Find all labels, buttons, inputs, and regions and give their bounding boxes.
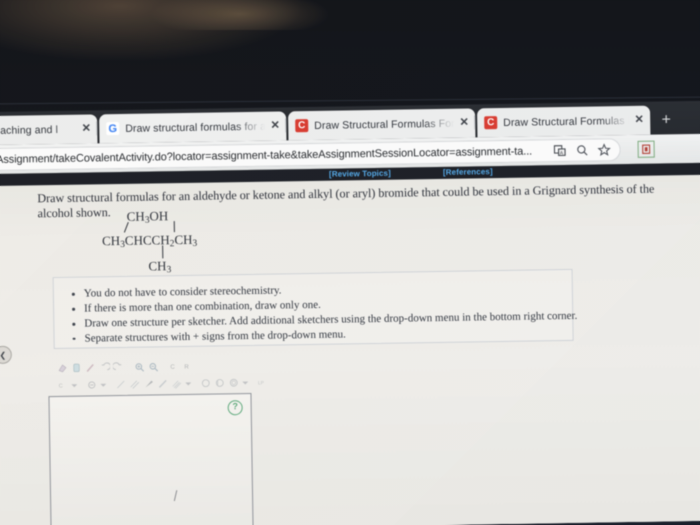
charge-dropdown-caret[interactable] — [99, 378, 106, 391]
undo-icon[interactable] — [98, 361, 111, 374]
redo-icon[interactable] — [112, 361, 125, 374]
svg-text:LP: LP — [258, 380, 264, 386]
tab-separator — [96, 121, 98, 136]
review-topics-link[interactable]: [Review Topics] — [329, 169, 391, 179]
atom-dropdown-caret[interactable] — [70, 379, 77, 392]
eraser-icon[interactable] — [56, 362, 69, 375]
search-icon[interactable] — [574, 142, 591, 159]
new-tab-button[interactable]: + — [656, 110, 676, 130]
translate-icon[interactable]: A — [552, 142, 569, 159]
atom-label-icon[interactable]: C — [56, 379, 69, 392]
close-icon[interactable]: ✕ — [268, 119, 282, 131]
bookmark-star-icon[interactable] — [596, 141, 613, 158]
molecule-sketcher: C R C LP ? — [48, 358, 279, 525]
browser-tab-2[interactable]: G Draw structural formulas for a ✕ — [99, 111, 287, 144]
ring-dropdown-caret[interactable] — [241, 376, 248, 389]
charge-icon[interactable] — [85, 378, 98, 391]
template-icon[interactable]: LP — [256, 376, 269, 389]
extension-icon[interactable] — [637, 140, 655, 158]
hash-bond-icon[interactable] — [156, 377, 169, 390]
structure-middle-row: CH3CHCCH2CH3 — [101, 231, 198, 251]
google-icon: G — [106, 122, 120, 136]
sketcher-toolbar-row-2: C LP — [56, 375, 276, 393]
single-bond-icon[interactable] — [114, 378, 127, 391]
help-icon[interactable]: ? — [227, 400, 243, 416]
browser-tab-3[interactable]: C Draw Structural Formulas For A ✕ — [288, 108, 476, 141]
close-icon[interactable]: ✕ — [79, 122, 93, 134]
instructions-list: You do not have to consider stereochemis… — [54, 270, 578, 347]
double-bond-icon[interactable] — [128, 378, 141, 391]
svg-text:C: C — [59, 383, 63, 389]
bond-dropdown-caret[interactable] — [184, 377, 191, 390]
tab-title: ne teaching and l — [0, 123, 59, 137]
bezel-light-reflection-secondary — [150, 0, 330, 30]
bond-line-to-methyl — [123, 222, 130, 233]
tab-separator — [285, 118, 287, 133]
cyclopentane-ring-icon[interactable] — [213, 376, 226, 389]
browser-tab-4[interactable]: C Draw Structural Formulas For A ✕ — [477, 105, 651, 138]
zoom-out-icon[interactable] — [147, 360, 160, 373]
alcohol-structure-diagram: CH3OH CH3CHCCH2CH3 CH3 — [102, 207, 333, 281]
sketcher-toolbar-row-1: C R — [56, 358, 276, 376]
cengage-icon: C — [484, 116, 498, 130]
heteroatom-icon[interactable]: R — [182, 360, 195, 373]
close-icon[interactable]: ✕ — [632, 114, 646, 126]
wedge-bond-icon[interactable] — [142, 377, 155, 390]
svg-text:C: C — [170, 364, 175, 371]
cengage-icon: C — [295, 119, 309, 133]
svg-text:R: R — [184, 363, 189, 370]
browser-window: ne teaching and l ✕ G Draw structural fo… — [0, 100, 700, 525]
lasso-select-icon[interactable] — [70, 362, 83, 375]
zoom-in-icon[interactable] — [133, 361, 146, 374]
bond-line-to-lower-methyl — [162, 245, 164, 259]
url-text: n/takeAssignment/takeCovalentActivity.do… — [0, 145, 533, 166]
pencil-icon[interactable] — [84, 361, 97, 374]
tab-title: Draw Structural Formulas For A — [314, 117, 455, 132]
bond-line-to-hydroxyl — [173, 221, 176, 233]
tab-separator — [474, 115, 476, 130]
monitor-bezel: ne teaching and l ✕ G Draw structural fo… — [0, 0, 700, 525]
close-icon[interactable]: ✕ — [457, 117, 471, 129]
structure-bottom-row: CH3 — [148, 258, 172, 276]
tab-title: Draw Structural Formulas For A — [503, 114, 629, 129]
carbon-atom-icon[interactable]: C — [168, 360, 181, 373]
structure-top-row: CH3OH — [126, 208, 169, 226]
tab-title: Draw structural formulas for a — [125, 120, 266, 135]
references-link[interactable]: [References] — [443, 167, 493, 177]
canvas-cursor-mark — [173, 490, 178, 502]
web-page-content: [Review Topics] [References] Draw struct… — [0, 162, 700, 525]
cyclohexane-ring-icon[interactable] — [199, 377, 212, 390]
bezel-light-reflection — [0, 0, 300, 60]
triple-bond-icon[interactable] — [170, 377, 183, 390]
browser-tab-1[interactable]: ne teaching and l ✕ — [0, 114, 98, 146]
instructions-panel: You do not have to consider stereochemis… — [52, 268, 578, 350]
benzene-ring-icon[interactable] — [227, 376, 240, 389]
sketcher-canvas[interactable]: ? — [48, 392, 254, 525]
